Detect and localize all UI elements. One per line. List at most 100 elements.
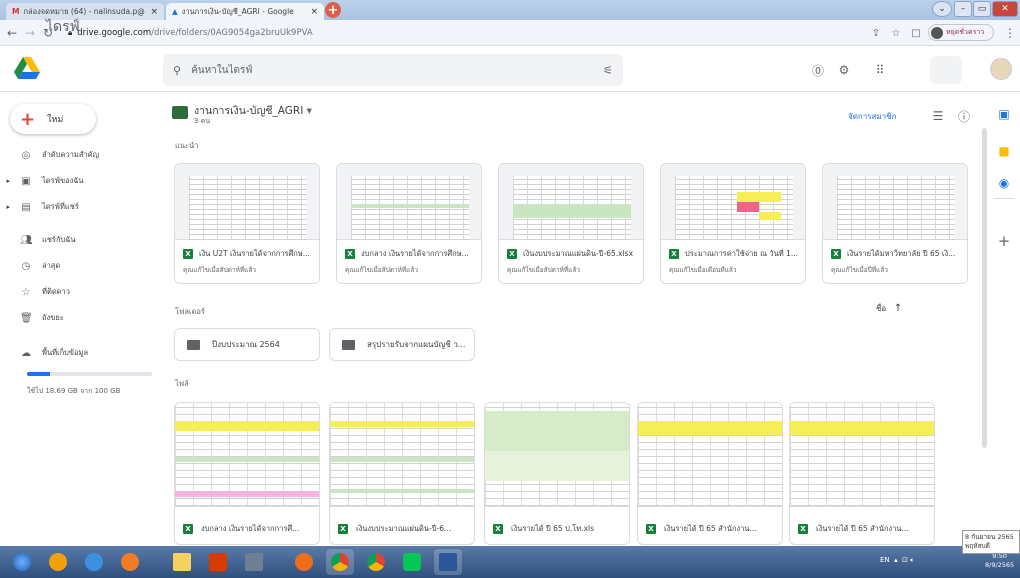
divider	[994, 198, 1014, 199]
drive-logo-icon[interactable]	[14, 57, 40, 79]
sidebar-item-starred[interactable]: ☆ ที่ติดดาว	[0, 283, 70, 301]
apps-grid-icon[interactable]: ⠿	[872, 62, 888, 78]
firefox-icon[interactable]	[290, 549, 318, 575]
tab-gmail[interactable]: M กล่องจดหมาย (64) - nalinsuda.p@ ×	[6, 3, 164, 20]
start-button[interactable]	[8, 549, 36, 575]
sidebar-item-priority[interactable]: ◎ ลำดับความสำคัญ	[0, 146, 99, 164]
maximize-button[interactable]: ▭	[973, 1, 991, 17]
file-explorer-icon[interactable]	[168, 549, 196, 575]
sidebar-item-trash[interactable]: 🗑︎ ถังขยะ	[0, 309, 64, 327]
url-path: /drive/folders/0AG9054ga2bruUk9PVA	[151, 27, 313, 38]
file-thumbnail	[499, 164, 643, 240]
system-tray[interactable]: EN ▴ ⊡ 🔈︎	[880, 556, 914, 565]
expand-arrow-icon[interactable]: ▸	[0, 177, 10, 185]
sidebar-item-recent[interactable]: ◷ ล่าสุด	[0, 257, 61, 275]
volume-icon[interactable]: 🔈︎	[910, 556, 914, 564]
org-logo[interactable]	[930, 56, 962, 84]
new-tab-button[interactable]: +	[325, 2, 341, 18]
folder-name: ปีงบประมาณ 2564	[212, 340, 280, 349]
calculator-icon[interactable]	[240, 549, 268, 575]
add-addon-icon[interactable]: +	[996, 232, 1012, 250]
tooltip-date: 8 กันยายน 2565	[965, 533, 1014, 541]
tasks-icon[interactable]: ◉	[996, 175, 1012, 191]
sidebar-item-label: ไดรฟ์ที่แชร์	[42, 202, 79, 211]
app-name[interactable]: ไดรฟ์	[46, 16, 80, 38]
ie-icon[interactable]	[80, 549, 108, 575]
manage-members-button[interactable]: จัดการสมาชิก	[848, 110, 896, 123]
new-button[interactable]: + ใหม่	[10, 104, 96, 134]
file-thumbnail	[485, 403, 629, 507]
clock-icon: ◷	[21, 260, 31, 272]
tab-search-icon[interactable]: ⌄	[932, 1, 952, 17]
network-icon[interactable]: ⊡	[902, 556, 908, 564]
sidebar-item-label: ลำดับความสำคัญ	[42, 150, 100, 159]
forward-icon[interactable]: →	[22, 24, 38, 42]
file-subtitle: คุณแก้ไขเมื่อสัปดาห์ที่แล้ว	[507, 266, 580, 274]
member-count: 3 คน	[194, 117, 211, 125]
sidebar-item-storage[interactable]: ☁ พื้นที่เก็บข้อมูล	[0, 344, 88, 362]
help-icon[interactable]: ⓪	[810, 62, 826, 78]
suggested-card[interactable]: X ประมาณการค่าใช้จ่าย ณ วันที่ 1... คุณแก…	[660, 163, 806, 284]
folder-item[interactable]: สรุปรายรับจากแผนบัญชี ว...	[329, 328, 475, 361]
sidebar-item-shared-with-me[interactable]: 👥︎ แชร์กับฉัน	[0, 231, 76, 249]
expand-arrow-icon[interactable]: ▸	[0, 203, 10, 211]
files-heading: ไฟล์	[175, 379, 189, 388]
sidebar-item-my-drive[interactable]: ▸ ▣ ไดรฟ์ของฉัน	[0, 172, 83, 190]
bookmark-star-icon[interactable]: ☆	[888, 24, 904, 42]
minimize-button[interactable]: –	[954, 1, 972, 17]
sort-control[interactable]: ชื่อ ↑	[876, 302, 902, 315]
file-card[interactable]: X เงินรายได้ ปี 65 ป.โท.xls	[484, 402, 630, 545]
media-player-icon[interactable]	[116, 549, 144, 575]
shared-drives-icon: ▤	[21, 201, 31, 213]
line-app-icon[interactable]	[398, 549, 426, 575]
search-icon[interactable]: ⚲	[173, 64, 181, 77]
dropdown-icon[interactable]: ▾	[307, 105, 312, 117]
file-name: งบกลาง เงินรายได้จากการศึกษ...	[361, 249, 469, 258]
office-icon[interactable]	[204, 549, 232, 575]
word-icon[interactable]	[434, 549, 462, 575]
browser-menu-icon[interactable]: ⋮	[1002, 24, 1018, 42]
file-card[interactable]: X งบกลาง เงินรายได้จากการศึ...	[174, 402, 320, 545]
system-clock[interactable]: 9:50 8/9/2565	[985, 552, 1014, 570]
my-drive-icon: ▣	[21, 175, 31, 187]
language-indicator[interactable]: EN	[880, 556, 890, 564]
file-card[interactable]: X เงินรายได้ ปี 65 สำนักงาน...	[789, 402, 935, 545]
account-avatar[interactable]	[990, 58, 1012, 80]
file-card[interactable]: X เงินงบประมาณแผ่นดิน-ปี-6...	[329, 402, 475, 545]
sort-direction-icon[interactable]: ↑	[894, 303, 902, 314]
file-card[interactable]: X เงินรายได้ ปี 65 สำนักงาน...	[637, 402, 783, 545]
suggested-card[interactable]: X เงินรายได้มหาวิทยาลัย ปี 65 เงิ... คุณแ…	[822, 163, 968, 284]
date-tooltip: 8 กันยายน 2565 พฤหัสบดี	[962, 530, 1020, 554]
sidebar-item-shared-drives[interactable]: ▸ ▤ ไดรฟ์ที่แชร์	[0, 198, 79, 216]
folder-item[interactable]: ปีงบประมาณ 2564	[174, 328, 320, 361]
settings-gear-icon[interactable]: ⚙	[836, 62, 852, 78]
details-info-icon[interactable]: ⓘ	[956, 108, 972, 124]
back-icon[interactable]: ←	[4, 24, 20, 42]
search-options-icon[interactable]: ⚟	[603, 64, 613, 77]
folder-title: งานการเงิน-บัญชี_AGRI	[194, 105, 304, 117]
close-tab-icon[interactable]: ×	[150, 7, 158, 17]
suggested-card[interactable]: X งบกลาง เงินรายได้จากการศึกษ... คุณแก้ไข…	[336, 163, 482, 284]
url-field[interactable]: 🔒︎ drive.google.com/drive/folders/0AG905…	[68, 23, 868, 42]
sheets-icon: X	[338, 524, 348, 534]
sheets-icon: X	[183, 249, 193, 259]
close-tab-icon[interactable]: ×	[310, 7, 318, 17]
search-input[interactable]: ค้นหาในไดรฟ์	[191, 63, 252, 78]
list-view-icon[interactable]: ☰	[930, 108, 946, 124]
calendar-icon[interactable]: ▣	[996, 106, 1012, 122]
side-panel-icon[interactable]: □	[908, 24, 924, 42]
suggested-card[interactable]: X เงินงบประมาณแผ่นดิน-ปี-65.xlsx คุณแก้ไข…	[498, 163, 644, 284]
share-icon[interactable]: ⇪	[868, 24, 884, 42]
close-window-button[interactable]: ✕	[992, 1, 1018, 17]
search-bar[interactable]: ⚲ ค้นหาในไดรฟ์ ⚟	[163, 54, 623, 86]
tab-drive[interactable]: ▲ งานการเงิน-บัญชี_AGRI - Google ×	[166, 3, 324, 20]
profile-button[interactable]: หยุดชั่วคราว	[928, 24, 994, 41]
file-thumbnail	[330, 403, 474, 507]
scrollbar[interactable]	[982, 128, 987, 448]
suggested-card[interactable]: X เงิน U2T เงินรายได้จากการศึกษ... คุณแก้…	[174, 163, 320, 284]
taskbar-app-icon[interactable]	[44, 549, 72, 575]
page-title[interactable]: งานการเงิน-บัญชี_AGRI ▾	[194, 102, 312, 119]
chrome-icon-2[interactable]	[362, 549, 390, 575]
keep-icon[interactable]: ■	[996, 143, 1012, 159]
chrome-icon[interactable]	[326, 549, 354, 575]
